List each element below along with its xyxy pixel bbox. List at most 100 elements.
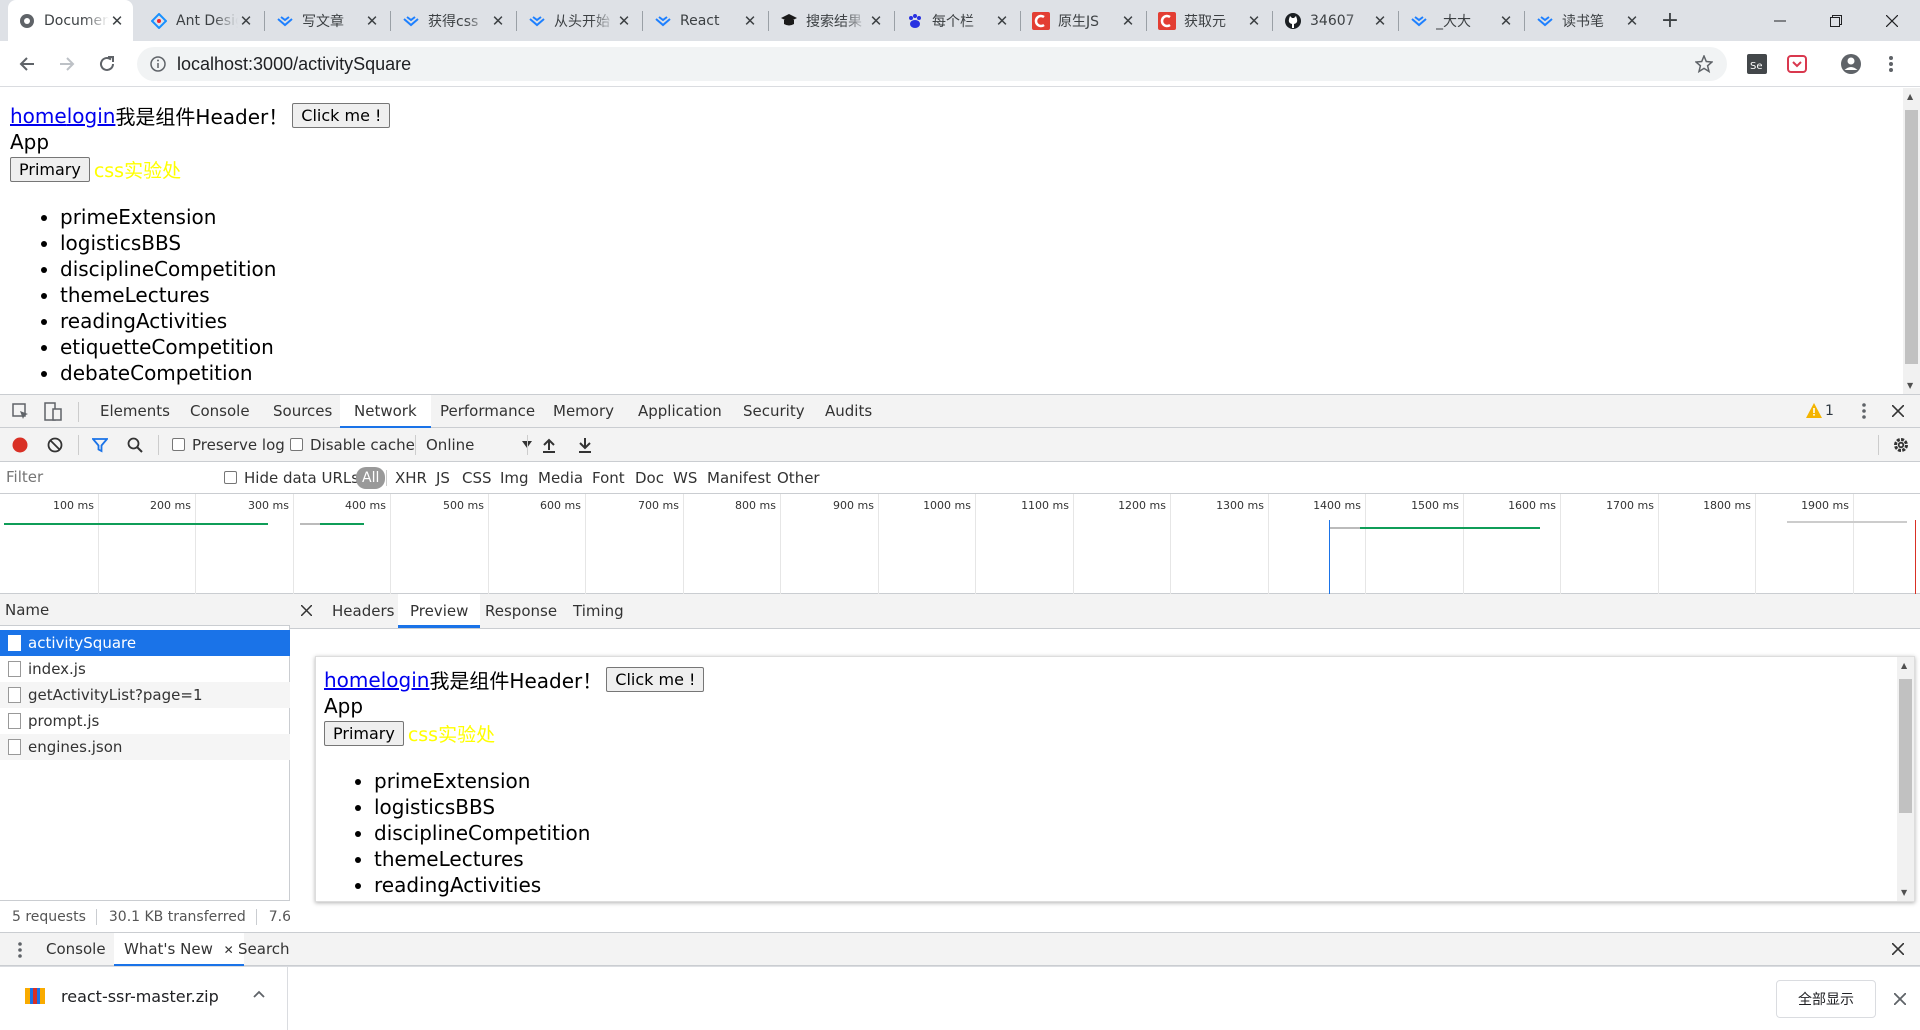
tab-network[interactable]: Network [340, 395, 431, 428]
star-icon[interactable] [1694, 54, 1714, 77]
browser-tab[interactable]: _大大 ✕ [1400, 0, 1522, 41]
tab-sources[interactable]: Sources [273, 395, 332, 428]
home-link[interactable]: home [324, 668, 381, 692]
close-icon[interactable]: ✕ [364, 12, 380, 30]
settings-gear-icon[interactable] [1892, 428, 1910, 461]
device-toolbar-icon[interactable] [44, 402, 62, 426]
login-link[interactable]: login [381, 668, 430, 692]
filter-type-xhr[interactable]: XHR [395, 462, 427, 493]
request-row[interactable]: prompt.js [0, 708, 290, 734]
close-icon[interactable]: ✕ [1498, 12, 1514, 30]
tab-application[interactable]: Application [638, 395, 722, 428]
tab-audits[interactable]: Audits [825, 395, 872, 428]
devtools-close-icon[interactable] [1891, 404, 1905, 421]
browser-tab[interactable]: 34607 ✕ [1274, 0, 1396, 41]
browser-tab[interactable]: 每个栏 ✕ [896, 0, 1018, 41]
minimize-icon[interactable] [1752, 0, 1808, 41]
close-icon[interactable]: ✕ [1624, 12, 1640, 30]
import-har-icon[interactable] [542, 428, 556, 461]
browser-tab[interactable]: 搜索结果 ✕ [770, 0, 892, 41]
close-icon[interactable]: ✕ [868, 12, 884, 30]
close-icon[interactable]: ✕ [1246, 12, 1262, 30]
drawer-tab-whats-new[interactable]: What's New ✕ [114, 933, 244, 966]
tab-performance[interactable]: Performance [440, 395, 535, 428]
close-icon[interactable]: ✕ [490, 12, 506, 30]
scroll-up-icon[interactable]: ▲ [1901, 661, 1907, 670]
tab-memory[interactable]: Memory [553, 395, 614, 428]
close-detail-icon[interactable] [300, 604, 313, 620]
tab-response[interactable]: Response [485, 594, 557, 628]
drawer-close-icon[interactable] [1891, 942, 1905, 959]
tab-headers[interactable]: Headers [332, 594, 394, 628]
request-row-activitysquare[interactable]: activitySquare [0, 630, 290, 656]
hide-data-urls-checkbox[interactable]: Hide data URLs [224, 462, 359, 493]
filter-type-css[interactable]: CSS [462, 462, 492, 493]
disable-cache-checkbox[interactable]: Disable cache [290, 428, 415, 461]
filter-type-doc[interactable]: Doc [635, 462, 664, 493]
close-icon[interactable]: ✕ [994, 12, 1010, 30]
filter-type-manifest[interactable]: Manifest [707, 462, 771, 493]
scroll-down-icon[interactable]: ▼ [1901, 888, 1907, 897]
tab-timing[interactable]: Timing [573, 594, 624, 628]
profile-avatar-icon[interactable] [1836, 49, 1866, 79]
filter-type-js[interactable]: JS [436, 462, 450, 493]
drawer-tab-search[interactable]: Search [238, 933, 290, 966]
login-link[interactable]: login [67, 104, 116, 128]
drawer-menu-icon[interactable] [18, 942, 22, 962]
scrollbar-thumb[interactable] [1905, 110, 1918, 364]
scrollbar-thumb[interactable] [1899, 679, 1912, 813]
browser-tab[interactable]: 获取元 ✕ [1148, 0, 1270, 41]
request-row[interactable]: getActivityList?page=1 [0, 682, 290, 708]
clear-icon[interactable] [47, 428, 63, 461]
tab-security[interactable]: Security [743, 395, 805, 428]
tab-preview[interactable]: Preview [398, 594, 481, 628]
record-icon[interactable] [12, 428, 28, 461]
restore-icon[interactable] [1808, 0, 1864, 41]
close-icon[interactable]: ✕ [109, 12, 125, 30]
throttling-select[interactable]: Online [426, 428, 533, 461]
click-me-button[interactable]: Click me ! [292, 103, 391, 128]
devtools-menu-icon[interactable] [1862, 403, 1866, 423]
info-icon[interactable] [150, 56, 166, 76]
filter-type-ws[interactable]: WS [673, 462, 697, 493]
network-overview-timeline[interactable]: 100 ms 200 ms 300 ms 400 ms 500 ms 600 ms 700 … [0, 494, 1920, 594]
chevron-up-icon[interactable] [252, 987, 266, 1005]
browser-tab[interactable]: Ant Design ✕ [140, 0, 262, 41]
filter-input[interactable] [4, 466, 204, 488]
close-icon[interactable]: ✕ [1120, 12, 1136, 30]
scroll-down-icon[interactable]: ▼ [1907, 381, 1913, 390]
shelf-close-icon[interactable] [1893, 992, 1907, 1009]
checkbox[interactable] [290, 438, 303, 451]
close-icon[interactable]: ✕ [742, 12, 758, 30]
request-row[interactable]: index.js [0, 656, 290, 682]
warning-icon[interactable] [1806, 403, 1822, 422]
tab-elements[interactable]: Elements [100, 395, 170, 428]
show-all-downloads-button[interactable]: 全部显示 [1776, 980, 1876, 1018]
warning-count[interactable]: 1 [1825, 395, 1834, 428]
browser-tab[interactable]: 写文章 ✕ [266, 0, 388, 41]
menu-kebab-icon[interactable] [1876, 49, 1906, 79]
reload-button[interactable] [92, 49, 122, 79]
new-tab-button[interactable]: + [1652, 0, 1688, 41]
browser-tab[interactable]: 读书笔 ✕ [1526, 0, 1648, 41]
inspect-element-icon[interactable] [12, 403, 30, 425]
filter-type-font[interactable]: Font [592, 462, 625, 493]
download-item[interactable]: react-ssr-master.zip [0, 967, 288, 1030]
window-close-icon[interactable] [1864, 0, 1920, 41]
filter-type-media[interactable]: Media [538, 462, 583, 493]
checkbox[interactable] [224, 471, 237, 484]
back-button[interactable] [12, 49, 42, 79]
drawer-tab-console[interactable]: Console [46, 933, 106, 966]
browser-tab[interactable]: 原生JS ✕ [1022, 0, 1144, 41]
close-icon[interactable]: ✕ [616, 12, 632, 30]
filter-funnel-icon[interactable] [92, 428, 108, 461]
tab-console[interactable]: Console [190, 395, 250, 428]
selenium-extension-icon[interactable]: Se [1742, 49, 1772, 79]
filter-type-other[interactable]: Other [777, 462, 820, 493]
preview-scrollbar[interactable]: ▲ ▼ [1897, 657, 1914, 901]
export-har-icon[interactable] [578, 428, 592, 461]
request-row[interactable]: engines.json [0, 734, 290, 760]
filter-type-img[interactable]: Img [500, 462, 529, 493]
html-preview-frame[interactable]: home login 我是组件Header！ Click me ! App Pri… [315, 656, 1915, 902]
close-icon[interactable]: ✕ [238, 12, 254, 30]
